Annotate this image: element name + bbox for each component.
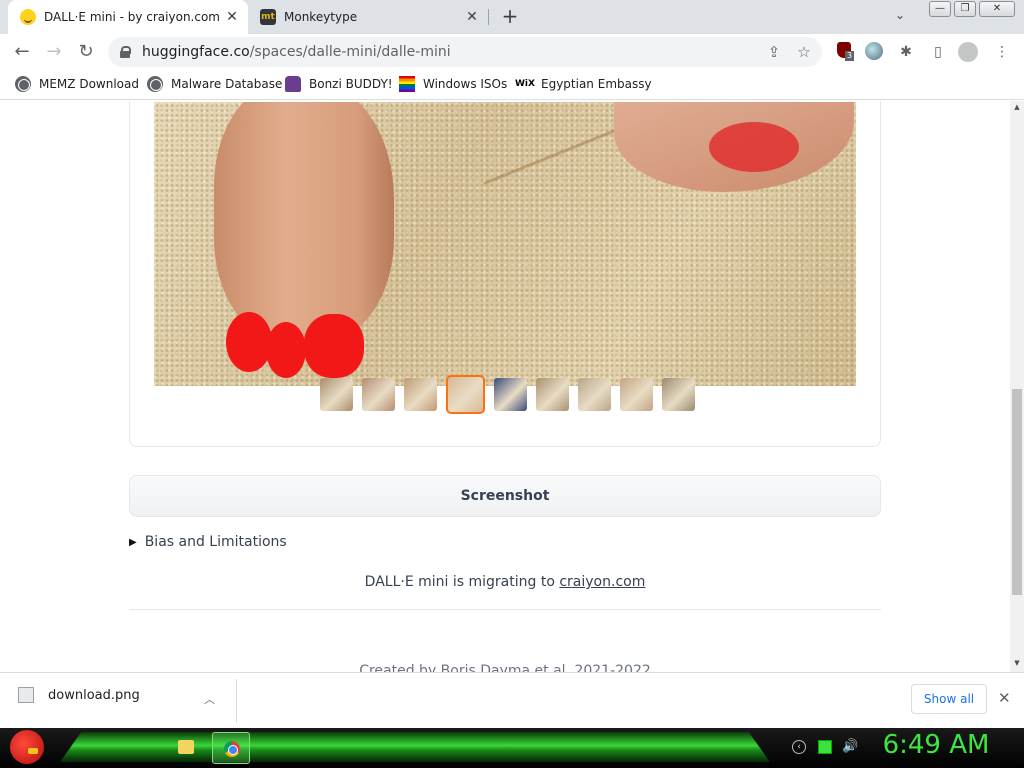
tab-search-icon[interactable]: ⌄ <box>895 8 905 22</box>
summary-label: Bias and Limitations <box>144 534 287 550</box>
gallery-thumbnail[interactable] <box>362 378 395 411</box>
bookmark-label: Egyptian Embassy <box>541 77 652 91</box>
side-panel-icon[interactable]: ▯ <box>928 42 948 62</box>
bookmark-label: Bonzi BUDDY! <box>309 77 393 91</box>
menu-kebab-icon[interactable]: ⋮ <box>992 42 1012 62</box>
rainbow-flag-icon <box>399 76 415 92</box>
bookmark-windows-isos[interactable]: Windows ISOs <box>399 76 507 92</box>
globe-icon <box>15 76 31 92</box>
gallery-thumbnail[interactable] <box>620 378 653 411</box>
tray-overflow-icon[interactable]: ‹ <box>792 740 806 754</box>
back-button[interactable]: ← <box>10 40 34 64</box>
close-shelf-icon[interactable]: ✕ <box>998 689 1011 707</box>
gallery-thumbnail[interactable] <box>320 378 353 411</box>
bonzi-icon <box>285 76 301 92</box>
tab-dalle-mini[interactable]: DALL·E mini - by craiyon.com ✕ <box>8 0 248 34</box>
screenshot-button[interactable]: Screenshot <box>129 475 881 517</box>
craiyon-link[interactable]: craiyon.com <box>559 574 645 590</box>
bookmark-bonzi-buddy[interactable]: Bonzi BUDDY! <box>285 76 393 92</box>
gallery-thumbnail[interactable] <box>404 378 437 411</box>
gallery-thumbnail[interactable] <box>536 378 569 411</box>
page-content: Screenshot ▶ Bias and Limitations DALL·E… <box>0 101 1010 672</box>
restore-button[interactable]: ❐ <box>954 1 976 17</box>
bias-limitations-summary[interactable]: ▶ Bias and Limitations <box>129 534 287 550</box>
url-path: /spaces/dalle-mini/dalle-mini <box>249 44 451 60</box>
bookmark-malware-database[interactable]: Malware Database <box>147 76 282 92</box>
start-button[interactable] <box>10 730 44 764</box>
close-tab-icon[interactable]: ✕ <box>462 9 482 25</box>
forward-button[interactable]: → <box>42 40 66 64</box>
image-file-icon <box>18 687 34 703</box>
hugging-face-icon <box>20 9 36 25</box>
generated-image[interactable] <box>154 102 856 386</box>
new-tab-button[interactable]: + <box>498 5 522 29</box>
reload-button[interactable]: ↻ <box>74 40 98 64</box>
gallery-thumbnail[interactable] <box>662 378 695 411</box>
url-host: huggingface.co <box>142 44 250 60</box>
footer-credits: Created by Boris Dayma et al. 2021-2022 <box>359 663 651 672</box>
download-file-name: download.png <box>48 687 140 703</box>
bookmark-memz[interactable]: MEMZ Download <box>15 76 139 92</box>
image-gallery <box>129 101 881 447</box>
show-all-button[interactable]: Show all <box>911 684 987 714</box>
gallery-thumbnail[interactable] <box>494 378 527 411</box>
minimize-button[interactable]: — <box>929 1 951 17</box>
profile-avatar-icon[interactable] <box>958 42 978 62</box>
bookmark-egyptian-embassy[interactable]: WiX Egyptian Embassy <box>515 76 652 92</box>
file-explorer-icon[interactable] <box>178 740 194 754</box>
ublock-extension-icon[interactable]: 3 <box>834 42 855 62</box>
bookmark-star-icon[interactable]: ☆ <box>792 43 816 61</box>
monkeytype-icon: mt <box>260 9 276 25</box>
download-shelf: download.png ︿ Show all ✕ <box>0 672 1024 728</box>
window-close-button[interactable]: ✕ <box>979 1 1015 17</box>
scrollbar-thumb[interactable] <box>1012 389 1022 595</box>
scroll-down-icon[interactable]: ▼ <box>1010 659 1024 667</box>
tab-title: DALL·E mini - by craiyon.com <box>44 10 220 24</box>
download-item[interactable]: download.png <box>18 687 140 703</box>
extension-icon[interactable] <box>864 42 884 62</box>
tab-strip: DALL·E mini - by craiyon.com ✕ mt Monkey… <box>0 0 1024 34</box>
chrome-taskbar-button[interactable] <box>212 732 250 764</box>
wix-icon: WiX <box>515 79 535 89</box>
network-icon[interactable] <box>818 740 832 754</box>
bookmarks-bar: MEMZ Download Malware Database Bonzi BUD… <box>0 70 1024 100</box>
address-bar[interactable]: huggingface.co/spaces/dalle-mini/dalle-m… <box>108 37 822 67</box>
disclosure-triangle-icon: ▶ <box>129 536 137 548</box>
chrome-icon <box>224 741 240 757</box>
tab-monkeytype[interactable]: mt Monkeytype ✕ <box>250 0 488 34</box>
volume-icon[interactable]: 🔊 <box>842 740 858 754</box>
taskbar-clock[interactable]: 6:49 AM <box>866 730 1006 760</box>
vertical-scrollbar[interactable]: ▲ ▼ <box>1010 101 1024 672</box>
bookmark-label: Windows ISOs <box>423 77 508 91</box>
thumbnail-strip <box>320 375 695 414</box>
tab-divider <box>488 9 489 25</box>
gallery-thumbnail[interactable] <box>578 378 611 411</box>
divider <box>129 609 881 610</box>
shelf-divider <box>236 679 237 723</box>
taskbar: ‹ 🔊 6:49 AM <box>0 728 1024 768</box>
extensions-puzzle-icon[interactable]: ✱ <box>896 42 916 62</box>
scroll-up-icon[interactable]: ▲ <box>1010 103 1024 111</box>
taskbar-band <box>60 732 770 762</box>
extension-badge: 3 <box>845 51 855 61</box>
bookmark-label: MEMZ Download <box>39 77 139 91</box>
gallery-thumbnail[interactable] <box>446 375 485 414</box>
migration-notice: DALL·E mini is migrating to craiyon.com <box>0 574 1010 590</box>
close-tab-icon[interactable]: ✕ <box>222 9 242 25</box>
share-icon[interactable]: ⇪ <box>762 43 786 61</box>
browser-toolbar: ← → ↻ huggingface.co/spaces/dalle-mini/d… <box>0 34 1024 70</box>
url-text[interactable]: huggingface.co/spaces/dalle-mini/dalle-m… <box>142 44 762 60</box>
bookmark-label: Malware Database <box>171 77 283 91</box>
tab-title: Monkeytype <box>284 10 358 24</box>
globe-icon <box>147 76 163 92</box>
lock-icon[interactable] <box>120 46 131 58</box>
chevron-up-icon[interactable]: ︿ <box>204 691 215 707</box>
notice-text: DALL·E mini is migrating to <box>364 574 560 590</box>
